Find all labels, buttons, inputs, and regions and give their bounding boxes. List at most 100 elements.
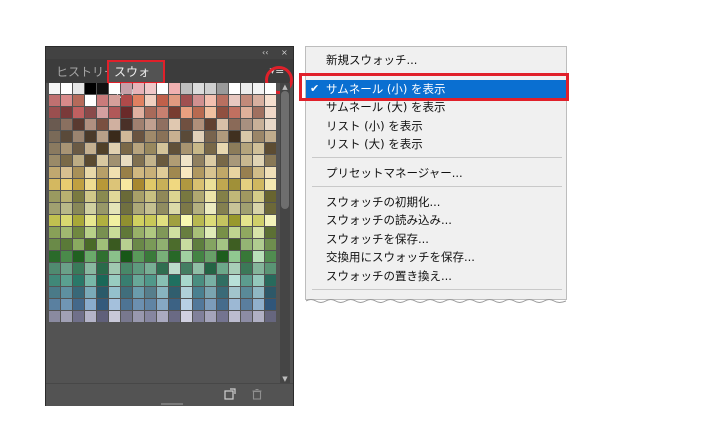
swatch[interactable] xyxy=(253,251,264,262)
swatch[interactable] xyxy=(121,143,132,154)
swatch[interactable] xyxy=(49,203,60,214)
swatch[interactable] xyxy=(109,107,120,118)
swatch[interactable] xyxy=(265,167,276,178)
swatch[interactable] xyxy=(145,191,156,202)
swatch[interactable] xyxy=(253,275,264,286)
swatch[interactable] xyxy=(181,107,192,118)
swatch[interactable] xyxy=(85,143,96,154)
swatch[interactable] xyxy=(133,83,144,94)
swatch[interactable] xyxy=(121,275,132,286)
swatch[interactable] xyxy=(229,155,240,166)
swatch[interactable] xyxy=(61,191,72,202)
swatch[interactable] xyxy=(193,287,204,298)
swatch[interactable] xyxy=(157,131,168,142)
swatch[interactable] xyxy=(97,239,108,250)
swatch[interactable] xyxy=(145,215,156,226)
swatch[interactable] xyxy=(241,167,252,178)
swatch[interactable] xyxy=(61,251,72,262)
swatch[interactable] xyxy=(121,227,132,238)
swatch[interactable] xyxy=(217,239,228,250)
swatch[interactable] xyxy=(253,287,264,298)
swatch[interactable] xyxy=(169,143,180,154)
swatch[interactable] xyxy=(205,191,216,202)
swatch[interactable] xyxy=(121,119,132,130)
swatch[interactable] xyxy=(265,95,276,106)
swatch[interactable] xyxy=(73,263,84,274)
swatch[interactable] xyxy=(193,131,204,142)
swatch[interactable] xyxy=(157,311,168,322)
swatch[interactable] xyxy=(73,239,84,250)
swatch[interactable] xyxy=(133,239,144,250)
swatch[interactable] xyxy=(253,227,264,238)
swatch[interactable] xyxy=(241,215,252,226)
swatch[interactable] xyxy=(157,83,168,94)
resize-grip[interactable] xyxy=(161,403,183,405)
swatch[interactable] xyxy=(157,203,168,214)
swatch[interactable] xyxy=(205,131,216,142)
swatch[interactable] xyxy=(49,95,60,106)
swatch[interactable] xyxy=(97,191,108,202)
swatch[interactable] xyxy=(121,167,132,178)
swatch[interactable] xyxy=(109,239,120,250)
scroll-down-icon[interactable]: ▼ xyxy=(280,375,290,383)
swatch[interactable] xyxy=(169,95,180,106)
swatch[interactable] xyxy=(133,263,144,274)
swatch[interactable] xyxy=(73,203,84,214)
swatch[interactable] xyxy=(61,107,72,118)
swatch[interactable] xyxy=(61,83,72,94)
swatch[interactable] xyxy=(109,227,120,238)
swatch[interactable] xyxy=(241,107,252,118)
swatch[interactable] xyxy=(217,155,228,166)
swatch[interactable] xyxy=(169,299,180,310)
swatch[interactable] xyxy=(97,107,108,118)
swatch[interactable] xyxy=(133,227,144,238)
swatch[interactable] xyxy=(217,143,228,154)
swatch[interactable] xyxy=(229,275,240,286)
swatch[interactable] xyxy=(97,263,108,274)
swatch[interactable] xyxy=(109,191,120,202)
swatch[interactable] xyxy=(205,311,216,322)
swatch[interactable] xyxy=(241,227,252,238)
swatch[interactable] xyxy=(145,239,156,250)
swatch[interactable] xyxy=(217,299,228,310)
swatch[interactable] xyxy=(217,287,228,298)
swatch[interactable] xyxy=(85,251,96,262)
swatch[interactable] xyxy=(265,215,276,226)
swatch[interactable] xyxy=(145,143,156,154)
swatch[interactable] xyxy=(121,203,132,214)
swatch[interactable] xyxy=(229,215,240,226)
swatch[interactable] xyxy=(97,83,108,94)
swatch[interactable] xyxy=(193,275,204,286)
swatch[interactable] xyxy=(133,251,144,262)
swatch[interactable] xyxy=(121,311,132,322)
swatch[interactable] xyxy=(217,311,228,322)
swatch[interactable] xyxy=(61,155,72,166)
swatch[interactable] xyxy=(121,95,132,106)
swatch[interactable] xyxy=(181,191,192,202)
swatch[interactable] xyxy=(265,311,276,322)
swatch[interactable] xyxy=(109,131,120,142)
swatch[interactable] xyxy=(241,179,252,190)
swatch[interactable] xyxy=(181,167,192,178)
swatch[interactable] xyxy=(49,275,60,286)
swatch[interactable] xyxy=(253,119,264,130)
swatch[interactable] xyxy=(241,131,252,142)
swatch[interactable] xyxy=(253,239,264,250)
swatch[interactable] xyxy=(109,167,120,178)
trash-icon[interactable] xyxy=(251,388,263,400)
swatch[interactable] xyxy=(73,179,84,190)
swatch[interactable] xyxy=(205,251,216,262)
swatch[interactable] xyxy=(121,107,132,118)
swatch[interactable] xyxy=(97,215,108,226)
swatch[interactable] xyxy=(85,311,96,322)
swatch[interactable] xyxy=(193,251,204,262)
swatch[interactable] xyxy=(253,311,264,322)
swatch[interactable] xyxy=(157,275,168,286)
swatch[interactable] xyxy=(169,239,180,250)
swatch[interactable] xyxy=(217,251,228,262)
swatch[interactable] xyxy=(97,275,108,286)
swatch[interactable] xyxy=(217,83,228,94)
swatch[interactable] xyxy=(217,119,228,130)
swatch[interactable] xyxy=(193,191,204,202)
swatch[interactable] xyxy=(97,179,108,190)
